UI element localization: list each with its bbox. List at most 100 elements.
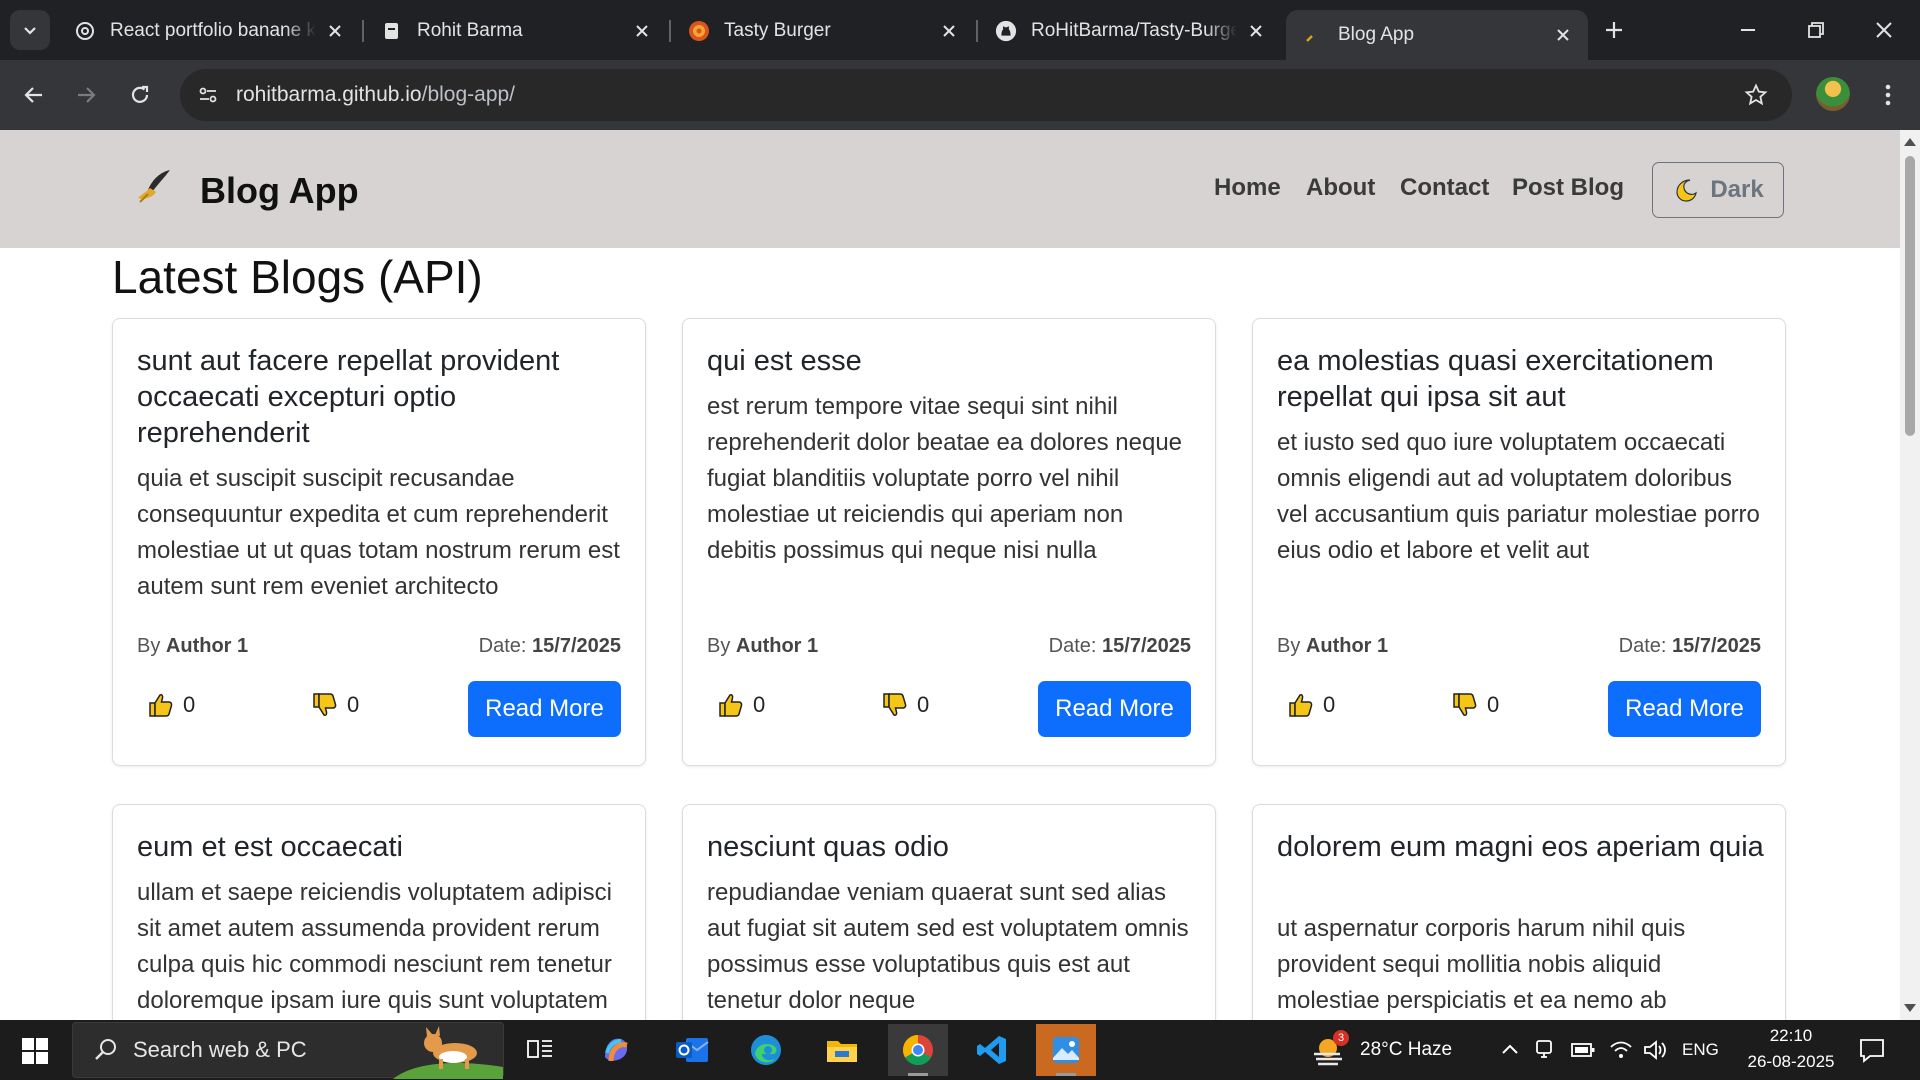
date-value: 15/7/2025 — [1672, 635, 1761, 657]
blog-title: eum et est occaecati — [137, 831, 403, 863]
blog-body: et iusto sed quo iure voluptatem occaeca… — [1277, 429, 1760, 564]
chevron-up-icon[interactable] — [1500, 1040, 1520, 1060]
like-count: 0 — [753, 692, 766, 717]
blog-author: By Author 1 — [1277, 635, 1388, 658]
nav-home[interactable]: Home — [1214, 174, 1281, 202]
battery-icon[interactable] — [1570, 1040, 1596, 1060]
dislike-count: 0 — [1487, 692, 1500, 717]
dislike-button[interactable]: 0 — [881, 691, 929, 719]
edge-app-button[interactable] — [736, 1024, 796, 1076]
vscode-app-button[interactable] — [962, 1024, 1022, 1076]
scroll-up-arrow-icon[interactable] — [1904, 138, 1916, 146]
tab-search-button[interactable] — [10, 10, 50, 50]
theme-toggle-button[interactable]: Dark — [1652, 162, 1784, 218]
clock-time[interactable]: 22:10 — [1758, 1026, 1824, 1046]
bookmark-star-icon[interactable] — [1738, 77, 1774, 113]
browser-tab-2[interactable]: Rohit Barma — [365, 10, 667, 52]
windows-taskbar: Search web & PC 3 28°C Haze ENG 22:10 26… — [0, 1020, 1920, 1080]
close-icon[interactable] — [324, 20, 346, 42]
clock-date[interactable]: 26-08-2025 — [1734, 1052, 1848, 1072]
tab-divider — [362, 20, 364, 42]
profile-avatar[interactable] — [1816, 77, 1850, 111]
dislike-button[interactable]: 0 — [311, 691, 359, 719]
restore-button[interactable] — [1794, 10, 1838, 50]
language-indicator[interactable]: ENG — [1682, 1040, 1719, 1060]
read-more-button[interactable]: Read More — [1608, 681, 1761, 737]
reload-icon — [131, 85, 149, 103]
chrome-icon — [902, 1035, 933, 1066]
app-brand[interactable]: Blog App — [200, 170, 359, 212]
page-viewport: Blog App Home About Contact Post Blog Da… — [0, 130, 1900, 1020]
date-value: 15/7/2025 — [1102, 635, 1191, 657]
notification-icon[interactable] — [1858, 1036, 1886, 1064]
github-icon — [995, 20, 1017, 42]
read-more-button[interactable]: Read More — [1038, 681, 1191, 737]
close-icon[interactable] — [1552, 24, 1574, 46]
copilot-app-button[interactable] — [586, 1024, 646, 1076]
by-label: By — [1277, 635, 1301, 657]
file-explorer-app-button[interactable] — [812, 1024, 872, 1076]
scroll-down-arrow-icon[interactable] — [1904, 1004, 1916, 1012]
windows-start-icon[interactable] — [22, 1038, 48, 1064]
outlook-app-button[interactable] — [662, 1024, 722, 1076]
blog-body: est rerum tempore vitae sequi sint nihil… — [707, 393, 1183, 564]
thumbs-down-icon — [1453, 693, 1477, 716]
tab-title: Tasty Burger — [724, 20, 831, 41]
like-button[interactable]: 0 — [717, 691, 765, 719]
close-icon[interactable] — [938, 20, 960, 42]
blog-author: By Author 1 — [137, 635, 248, 658]
back-button[interactable] — [16, 77, 52, 113]
new-tab-button[interactable] — [1596, 12, 1632, 48]
browser-tab-4[interactable]: RoHitBarma/Tasty-Burger — [979, 10, 1281, 52]
wifi-icon[interactable] — [1608, 1038, 1634, 1062]
tab-divider — [669, 20, 671, 42]
nav-post-blog[interactable]: Post Blog — [1512, 174, 1624, 202]
browser-tab-3[interactable]: Tasty Burger — [672, 10, 974, 52]
meet-now-icon[interactable] — [1534, 1038, 1556, 1062]
reload-button[interactable] — [122, 77, 158, 113]
close-icon[interactable] — [631, 20, 653, 42]
blog-card: sunt aut facere repellat provident occae… — [112, 318, 646, 766]
document-icon — [381, 20, 403, 42]
restore-icon — [1808, 22, 1824, 38]
tab-divider — [976, 20, 978, 42]
site-info-icon[interactable] — [190, 77, 226, 113]
url-text: rohitbarma.github.io/blog-app/ — [236, 83, 515, 107]
volume-icon[interactable] — [1642, 1038, 1668, 1062]
address-bar[interactable]: rohitbarma.github.io/blog-app/ — [180, 69, 1792, 121]
blog-card: eum et est occaecati ullam et saepe reic… — [112, 804, 646, 1020]
close-window-button[interactable] — [1862, 10, 1906, 50]
blog-title: dolorem eum magni eos aperiam quia — [1277, 831, 1764, 863]
like-button[interactable]: 0 — [1287, 691, 1335, 719]
nav-contact[interactable]: Contact — [1400, 174, 1489, 202]
browser-tab-5-active[interactable]: Blog App — [1286, 10, 1588, 60]
page-scrollbar[interactable] — [1900, 130, 1920, 1020]
weather-text[interactable]: 28°C Haze — [1360, 1039, 1452, 1061]
photos-app-button[interactable] — [1036, 1024, 1096, 1076]
taskbar-search-box[interactable]: Search web & PC — [72, 1022, 504, 1079]
browser-menu-button[interactable] — [1870, 77, 1906, 113]
tab-title: Rohit Barma — [417, 20, 523, 41]
page-title: Latest Blogs (API) — [112, 251, 483, 303]
chevron-down-icon — [24, 27, 36, 35]
date-value: 15/7/2025 — [532, 635, 621, 657]
nav-about[interactable]: About — [1306, 174, 1375, 202]
like-button[interactable]: 0 — [147, 691, 195, 719]
scrollbar-thumb[interactable] — [1905, 156, 1915, 436]
blog-title: qui est esse — [707, 345, 862, 377]
blog-card: dolorem eum magni eos aperiam quia ut as… — [1252, 804, 1786, 1020]
chrome-app-button[interactable] — [888, 1024, 948, 1076]
close-icon[interactable] — [1245, 20, 1267, 42]
task-view-button[interactable] — [510, 1024, 570, 1076]
minimize-button[interactable] — [1726, 10, 1770, 50]
browser-tab-1[interactable]: React portfolio banane ki — [58, 10, 360, 52]
author-name: Author 1 — [165, 635, 249, 657]
thumbs-up-icon — [149, 694, 173, 717]
dislike-count: 0 — [347, 692, 360, 717]
by-label: By — [707, 635, 731, 657]
dislike-button[interactable]: 0 — [1451, 691, 1499, 719]
date-label: Date: — [1048, 635, 1097, 657]
forward-button[interactable] — [68, 77, 104, 113]
tab-title: Blog App — [1338, 24, 1415, 45]
read-more-button[interactable]: Read More — [468, 681, 621, 737]
